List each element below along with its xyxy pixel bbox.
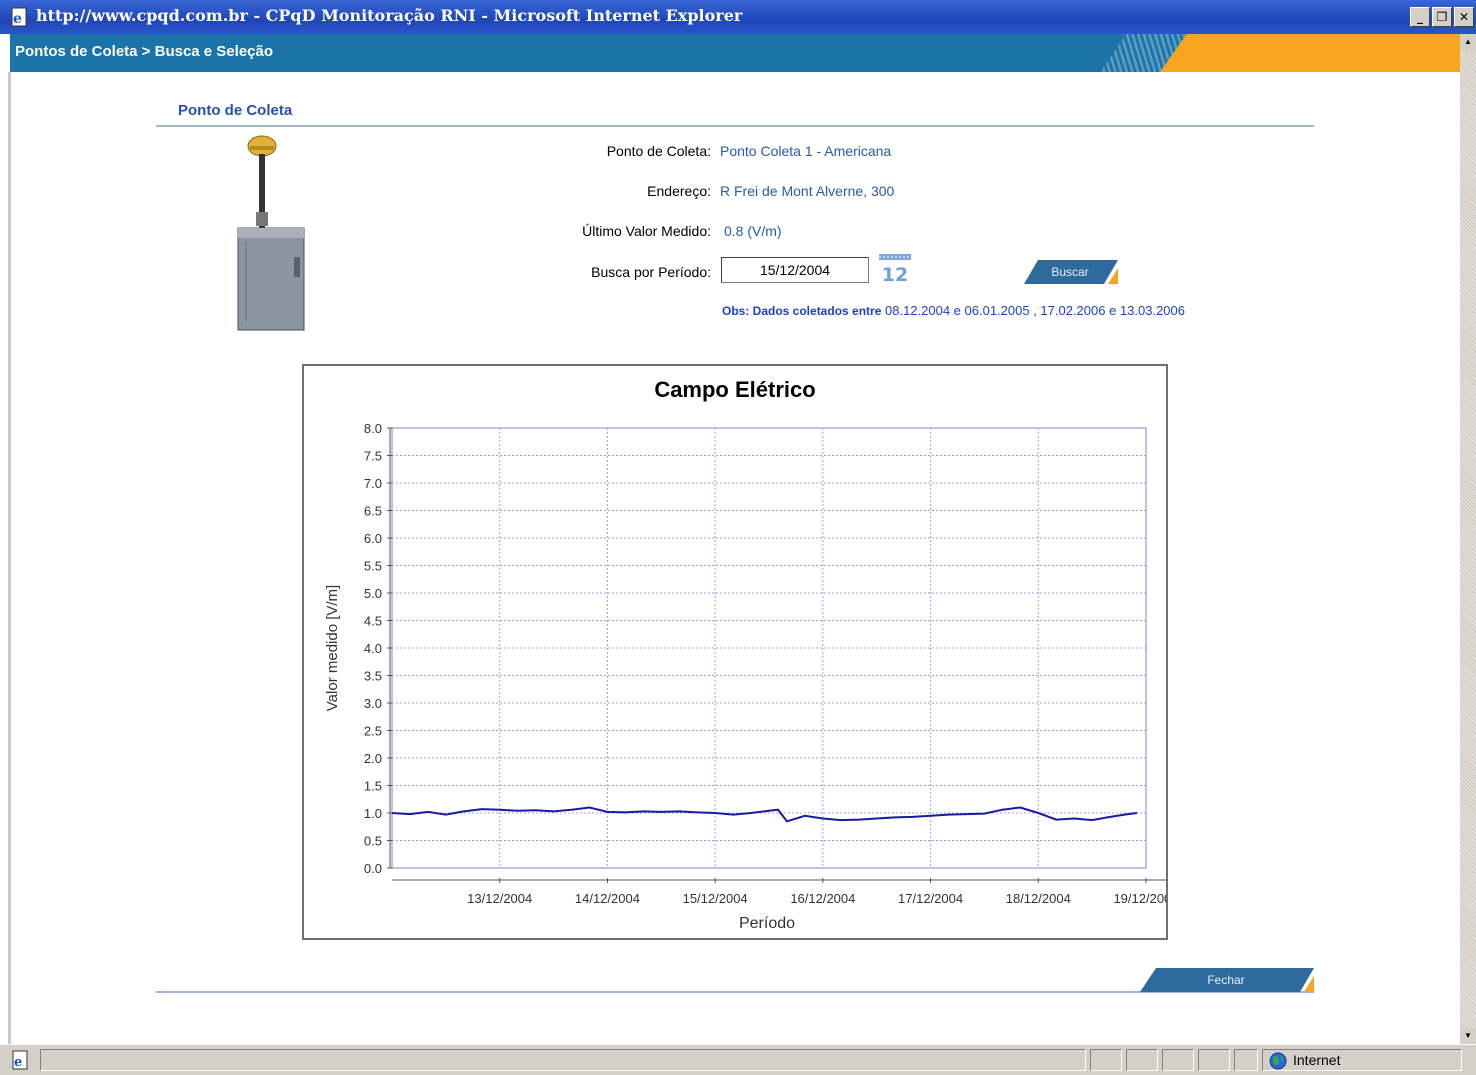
- sensor-station-image: [237, 135, 305, 331]
- ultimo-valor-label: Último Valor Medido:: [582, 223, 711, 239]
- security-zone: Internet: [1262, 1049, 1462, 1071]
- status-pane: [1126, 1049, 1158, 1071]
- ie-page-icon: e: [11, 7, 27, 27]
- chart-panel: 0.0 0.5 1.0 1.5 2.0 2.5 3.0 3.5 4.0 4.5 5.0 5.5 6.0 6…: [302, 364, 1168, 940]
- minimize-button[interactable]: _: [1410, 7, 1430, 27]
- endereco-value: R Frei de Mont Alverne, 300: [720, 183, 895, 199]
- section-title: Ponto de Coleta: [178, 102, 293, 119]
- status-pane: [1162, 1049, 1194, 1071]
- status-text-pane: [40, 1049, 1086, 1071]
- status-pane: [1090, 1049, 1122, 1071]
- y-tick-label: 4.5: [364, 614, 382, 629]
- ponto-value: Ponto Coleta 1 - Americana: [720, 143, 892, 159]
- y-tick-label: 5.0: [364, 586, 382, 601]
- page-header: Pontos de Coleta > Busca e Seleção: [10, 34, 1460, 72]
- page-status-icon: e: [12, 1050, 28, 1070]
- buscar-label: Buscar: [1051, 265, 1088, 279]
- y-tick-label: 1.5: [364, 779, 382, 794]
- y-tick-label: 5.5: [364, 559, 382, 574]
- busca-periodo-label: Busca por Período:: [591, 264, 711, 280]
- section-divider: [156, 125, 1314, 127]
- y-tick-label: 0.5: [364, 834, 382, 849]
- y-tick-label: 6.0: [364, 531, 382, 546]
- globe-icon: [1269, 1052, 1287, 1070]
- buscar-button[interactable]: Buscar: [1024, 260, 1118, 284]
- electric-field-chart: 0.0 0.5 1.0 1.5 2.0 2.5 3.0 3.5 4.0 4.5 5.0 5.5 6.0 6…: [324, 377, 1166, 932]
- content-border: [8, 72, 11, 1044]
- date-input[interactable]: [721, 257, 869, 283]
- y-tick-label: 6.5: [364, 504, 382, 519]
- obs-prefix: Obs: Dados coletados entre: [722, 304, 882, 318]
- window-title-bar[interactable]: e http://www.cpqd.com.br - CPqD Monitora…: [0, 0, 1476, 34]
- fechar-button[interactable]: Fechar: [1140, 968, 1314, 992]
- status-pane: [1198, 1049, 1230, 1071]
- x-tick-label: 16/12/2004: [790, 891, 855, 906]
- obs-note: Obs: Dados coletados entre 08.12.2004 e …: [722, 303, 1185, 318]
- y-tick-label: 2.0: [364, 751, 382, 766]
- x-tick-label: 17/12/2004: [898, 891, 963, 906]
- window-title: http://www.cpqd.com.br - CPqD Monitoraçã…: [36, 6, 743, 25]
- x-tick-label: 13/12/2004: [467, 891, 532, 906]
- svg-text:e: e: [13, 11, 22, 27]
- y-tick-label: 8.0: [364, 421, 382, 436]
- x-tick-label: 18/12/2004: [1006, 891, 1071, 906]
- breadcrumb: Pontos de Coleta > Busca e Seleção: [15, 43, 274, 60]
- x-tick-label: 15/12/2004: [683, 891, 748, 906]
- maximize-button[interactable]: ❐: [1432, 7, 1452, 27]
- header-accent: [1160, 34, 1460, 72]
- y-tick-label: 4.0: [364, 641, 382, 656]
- vertical-scrollbar[interactable]: ▲ ▼: [1460, 34, 1476, 1044]
- status-bar: e Internet: [0, 1044, 1476, 1075]
- endereco-label: Endereço:: [647, 183, 711, 199]
- ultimo-valor-value: 0.8 (V/m): [724, 223, 782, 239]
- y-tick-label: 3.0: [364, 696, 382, 711]
- ponto-label: Ponto de Coleta:: [606, 143, 711, 159]
- svg-text:e: e: [14, 1055, 22, 1070]
- y-tick-label: 7.0: [364, 476, 382, 491]
- fechar-label: Fechar: [1207, 973, 1244, 987]
- scroll-down-icon[interactable]: ▼: [1460, 1028, 1476, 1044]
- chart-title: Campo Elétrico: [654, 377, 815, 402]
- zone-label: Internet: [1293, 1052, 1341, 1068]
- calendar-icon[interactable]: 12: [878, 252, 912, 286]
- y-tick-label: 7.5: [364, 449, 382, 464]
- y-tick-label: 0.0: [364, 861, 382, 876]
- x-axis-label: Período: [739, 915, 795, 932]
- x-tick-label: 19/12/2004: [1113, 891, 1166, 906]
- obs-dates: 08.12.2004 e 06.01.2005 , 17.02.2006 e 1…: [885, 303, 1185, 318]
- status-pane: [1234, 1049, 1258, 1071]
- scroll-up-icon[interactable]: ▲: [1460, 34, 1476, 50]
- y-tick-label: 3.5: [364, 669, 382, 684]
- y-tick-label: 2.5: [364, 724, 382, 739]
- close-button[interactable]: ✕: [1454, 7, 1474, 27]
- calendar-day: 12: [882, 264, 908, 286]
- x-tick-label: 14/12/2004: [575, 891, 640, 906]
- y-axis-label: Valor medido [V/m]: [324, 585, 341, 711]
- y-tick-label: 1.0: [364, 806, 382, 821]
